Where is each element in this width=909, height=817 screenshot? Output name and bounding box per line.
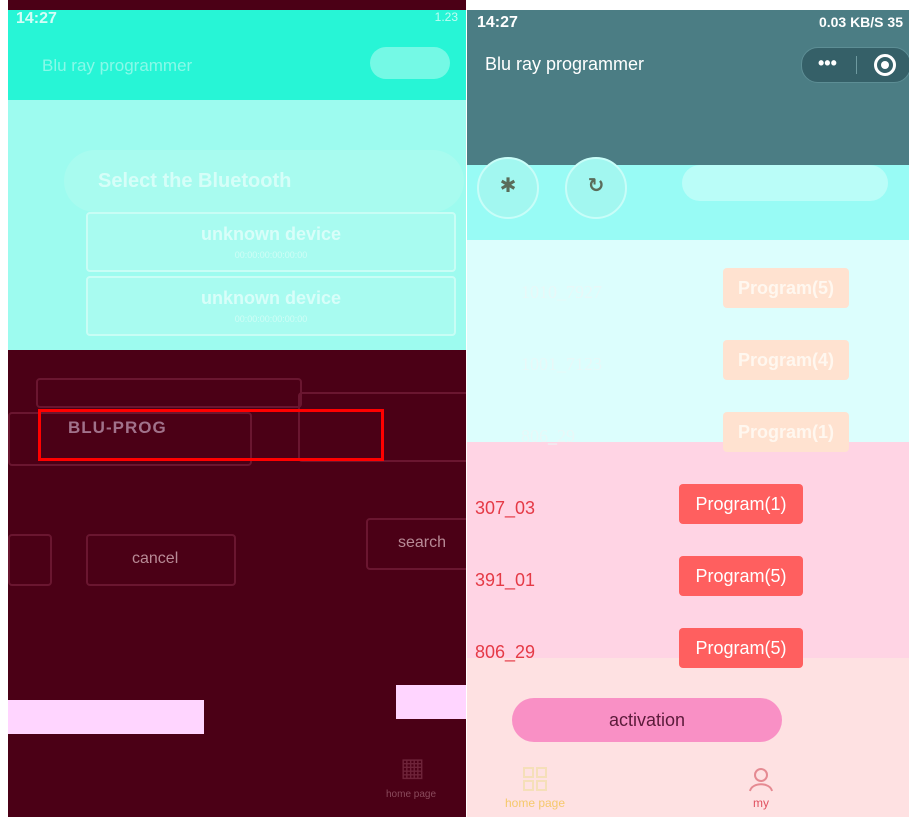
list-item: 806_29 Program(5) bbox=[467, 624, 909, 684]
device-mac: 00:00:00:00:00:00 bbox=[234, 314, 308, 324]
home-tab-label[interactable]: home page bbox=[386, 789, 436, 800]
program-id: 391_01 bbox=[475, 570, 536, 590]
device-item[interactable]: unknown device 00:00:00:00:00:00 bbox=[86, 276, 456, 336]
activation-button[interactable]: activation bbox=[512, 698, 782, 742]
list-item: 1010_7927 Program(5) bbox=[467, 264, 909, 324]
app-header bbox=[467, 10, 909, 165]
program-button[interactable]: Program(5) bbox=[679, 628, 803, 668]
user-icon bbox=[748, 766, 774, 792]
capsule-divider bbox=[856, 56, 857, 74]
highlight-box bbox=[38, 409, 384, 461]
program-id: 1001_7123 bbox=[521, 354, 602, 374]
program-button[interactable]: Program(4) bbox=[723, 340, 849, 380]
home-grid-icon[interactable]: ▦ bbox=[400, 752, 430, 782]
left-button-outline[interactable] bbox=[8, 534, 52, 586]
program-button[interactable]: Program(5) bbox=[723, 268, 849, 308]
target-icon[interactable] bbox=[874, 54, 896, 76]
left-status-indicators: 1.23 bbox=[434, 10, 458, 24]
tab-my[interactable]: my bbox=[701, 760, 821, 817]
device-item-outline[interactable] bbox=[36, 378, 302, 408]
program-id: 806_29 bbox=[475, 642, 536, 662]
page-title: Blu ray programmer bbox=[485, 54, 645, 74]
more-dots-icon[interactable]: ••• bbox=[818, 53, 837, 74]
left-screenshot: 14:27 1.23 Blu ray programmer Select the… bbox=[8, 0, 466, 817]
program-id: 1010_7927 bbox=[521, 282, 602, 302]
list-item: 391_01 Program(5) bbox=[467, 552, 909, 612]
program-button[interactable]: Program(1) bbox=[723, 412, 849, 452]
device-item[interactable]: unknown device 00:00:00:00:00:00 bbox=[86, 212, 456, 272]
program-button[interactable]: Program(1) bbox=[679, 484, 803, 524]
activation-label: activation bbox=[608, 710, 686, 730]
list-item: 806_29 Program(1) bbox=[467, 408, 909, 468]
top-pill-button[interactable] bbox=[682, 165, 888, 201]
program-button[interactable]: Program(5) bbox=[679, 556, 803, 596]
glitch-bar bbox=[8, 700, 204, 734]
home-grid-icon bbox=[522, 766, 548, 792]
status-indicators: 0.03 KB/S 35 bbox=[818, 14, 903, 30]
cancel-label: cancel bbox=[132, 550, 179, 567]
mini-program-capsule: ••• bbox=[801, 47, 909, 83]
right-screenshot: 14:27 0.03 KB/S 35 Blu ray programmer ••… bbox=[467, 0, 909, 817]
glitch-bar bbox=[396, 685, 466, 719]
search-label: search bbox=[398, 534, 447, 551]
program-id: 806_29 bbox=[521, 426, 575, 446]
dialog-title: Select the Bluetooth bbox=[98, 170, 292, 192]
list-item: 1001_7123 Program(4) bbox=[467, 336, 909, 396]
left-status-time: 14:27 bbox=[16, 10, 57, 27]
program-id: 307_03 bbox=[475, 498, 536, 518]
status-time: 14:27 bbox=[477, 14, 518, 31]
cancel-button[interactable]: cancel bbox=[86, 534, 236, 586]
device-mac: 00:00:00:00:00:00 bbox=[234, 250, 308, 260]
tab-home-label: home page bbox=[504, 796, 566, 810]
tab-home[interactable]: home page bbox=[475, 760, 595, 817]
left-app-title: Blu ray programmer bbox=[42, 56, 193, 75]
device-name: unknown device bbox=[200, 288, 342, 308]
list-item: 307_03 Program(1) bbox=[467, 480, 909, 540]
device-name: unknown device bbox=[200, 224, 342, 244]
left-menu-capsule[interactable] bbox=[370, 47, 450, 79]
bluetooth-icon[interactable]: ✱ bbox=[477, 157, 539, 219]
refresh-icon[interactable]: ↻ bbox=[565, 157, 627, 219]
search-button[interactable]: search bbox=[366, 518, 466, 570]
tab-my-label: my bbox=[753, 796, 769, 810]
